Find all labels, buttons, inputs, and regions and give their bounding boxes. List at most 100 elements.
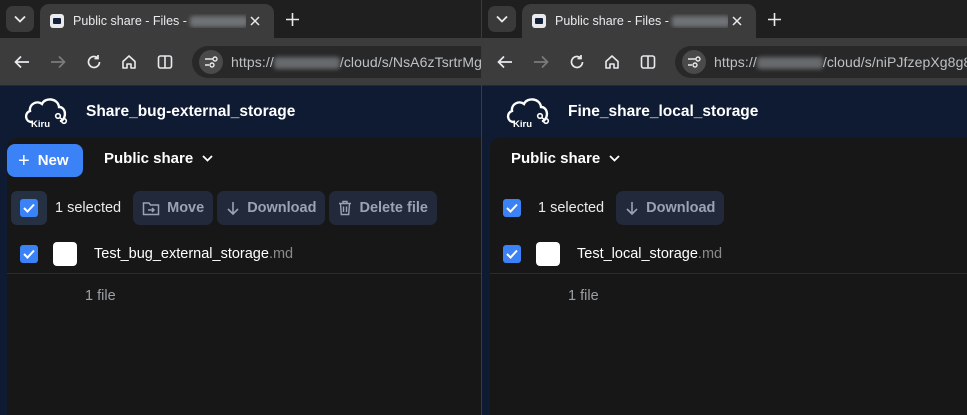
home-button[interactable] (600, 50, 624, 74)
home-icon (122, 55, 136, 69)
file-row[interactable]: Test_local_storage.md (490, 234, 967, 274)
select-all-checkbox[interactable] (494, 191, 530, 225)
file-name[interactable]: Test_bug_external_storage.md (94, 246, 293, 262)
browser-window-left: Public share - Files - https:// /cloud/s… (0, 0, 481, 415)
tab-search-button[interactable] (6, 6, 34, 32)
url-text: https:///cloud/s/NsA6zTsrtrMg (231, 54, 481, 70)
select-all-checkbox[interactable] (11, 191, 47, 225)
redacted-host (190, 16, 246, 28)
logo-text: Kiru (31, 119, 50, 130)
redacted-host (756, 57, 823, 70)
reload-icon (87, 55, 101, 69)
files-content: Public share 1 selected Download Test_lo… (490, 138, 967, 415)
file-name[interactable]: Test_local_storage.md (577, 246, 722, 262)
redacted-host (273, 57, 340, 70)
breadcrumb-label: Public share (511, 150, 601, 167)
file-icon (536, 241, 560, 266)
back-button[interactable] (10, 50, 34, 74)
site-settings-icon[interactable] (682, 50, 706, 74)
new-tab-button[interactable] (763, 8, 785, 30)
cloud-logo[interactable]: Kiru (504, 94, 550, 130)
close-icon[interactable] (728, 12, 746, 30)
trash-icon (339, 200, 352, 216)
chevron-down-icon (202, 155, 213, 162)
forward-arrow-icon (51, 55, 66, 69)
delete-label: Delete file (359, 200, 428, 216)
back-arrow-icon (14, 55, 29, 69)
forward-button[interactable] (46, 50, 70, 74)
new-tab-button[interactable] (281, 8, 303, 30)
check-icon (23, 203, 35, 213)
tab-title: Public share - Files - (73, 14, 191, 28)
download-button[interactable]: Download (217, 191, 326, 225)
move-icon (142, 201, 160, 215)
plus-icon: + (18, 149, 30, 172)
app-header: Kiru Fine_share_local_storage (482, 86, 967, 138)
new-button-label: New (37, 152, 69, 169)
split-view-icon (157, 55, 173, 69)
split-view-button[interactable] (153, 50, 177, 74)
plus-icon (285, 12, 299, 26)
browser-tab[interactable]: Public share - Files - (522, 4, 756, 38)
download-icon (626, 201, 638, 215)
move-button[interactable]: Move (133, 191, 214, 225)
move-label: Move (167, 200, 205, 216)
share-title: Share_bug-external_storage (86, 103, 296, 120)
download-button[interactable]: Download (616, 191, 725, 225)
home-button[interactable] (117, 50, 141, 74)
row-checkbox[interactable] (503, 244, 521, 263)
close-icon[interactable] (246, 12, 264, 30)
browser-toolbar: https:///cloud/s/NsA6zTsrtrMg (0, 38, 481, 86)
reload-button[interactable] (565, 50, 589, 74)
redacted-host (672, 16, 728, 28)
plus-icon (767, 12, 781, 26)
file-extension: .md (268, 245, 294, 262)
file-count: 1 file (568, 288, 599, 304)
site-settings-icon[interactable] (199, 50, 223, 74)
new-button[interactable]: + New (7, 144, 83, 177)
delete-file-button[interactable]: Delete file (329, 191, 437, 225)
address-bar[interactable]: https:///cloud/s/niPJfzepXg8g8 (675, 46, 967, 78)
breadcrumb[interactable]: Public share (104, 150, 213, 167)
chevron-down-icon (14, 15, 26, 23)
logo-text: Kiru (513, 119, 532, 130)
check-icon (506, 203, 518, 213)
breadcrumb-label: Public share (104, 150, 194, 167)
chevron-down-icon (496, 15, 508, 23)
cloud-logo[interactable]: Kiru (22, 94, 68, 130)
check-icon (23, 249, 35, 259)
back-arrow-icon (497, 55, 512, 69)
folder-favicon (50, 14, 64, 28)
file-count: 1 file (85, 288, 116, 304)
address-bar[interactable]: https:///cloud/s/NsA6zTsrtrMg (192, 46, 481, 78)
selected-count: 1 selected (538, 200, 605, 216)
split-view-button[interactable] (636, 50, 660, 74)
files-content: + New Public share 1 selected Move Downl… (7, 138, 481, 415)
selection-actions: 1 selected Download (490, 190, 728, 226)
row-checkbox[interactable] (20, 244, 38, 263)
download-label: Download (646, 200, 716, 216)
file-row[interactable]: Test_bug_external_storage.md (7, 234, 481, 274)
breadcrumb[interactable]: Public share (511, 150, 620, 167)
reload-button[interactable] (82, 50, 106, 74)
tab-search-button[interactable] (488, 6, 516, 32)
back-button[interactable] (493, 50, 517, 74)
download-label: Download (247, 200, 317, 216)
tab-strip: Public share - Files - (0, 0, 481, 38)
selection-actions: 1 selected Move Download Delete file (7, 190, 441, 226)
tab-title: Public share - Files - (555, 14, 673, 28)
folder-favicon (532, 14, 546, 28)
app-header: Kiru Share_bug-external_storage (0, 86, 481, 138)
url-text: https:///cloud/s/niPJfzepXg8g8 (714, 54, 967, 70)
forward-arrow-icon (534, 55, 549, 69)
check-icon (506, 249, 518, 259)
file-icon (53, 241, 77, 266)
browser-tab[interactable]: Public share - Files - (40, 4, 274, 38)
browser-window-right: Public share - Files - https:// /cloud/s… (482, 0, 967, 415)
reload-icon (570, 55, 584, 69)
tab-strip: Public share - Files - (482, 0, 967, 38)
chevron-down-icon (609, 155, 620, 162)
selected-count: 1 selected (55, 200, 122, 216)
home-icon (605, 55, 619, 69)
forward-button[interactable] (529, 50, 553, 74)
